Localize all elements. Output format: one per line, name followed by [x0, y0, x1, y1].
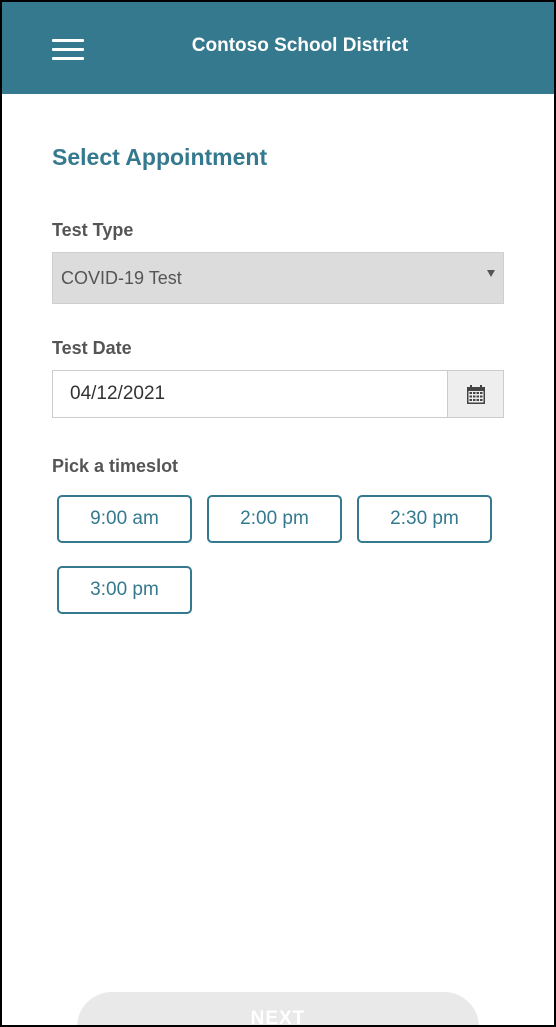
page-title: Select Appointment [52, 144, 268, 170]
timeslot-button[interactable]: 2:30 pm [357, 495, 492, 543]
timeslot-button[interactable]: 9:00 am [57, 495, 192, 543]
calendar-button[interactable] [447, 370, 504, 418]
timeslot-label: Pick a timeslot [52, 456, 179, 476]
test-date-label: Test Date [52, 338, 132, 358]
caret-down-icon [487, 270, 495, 277]
calendar-icon [467, 385, 485, 404]
timeslot-button[interactable]: 2:00 pm [207, 495, 342, 543]
app-title: Contoso School District [191, 35, 409, 56]
app-header: Contoso School District [2, 2, 554, 94]
timeslot-button[interactable]: 3:00 pm [57, 566, 192, 614]
next-button[interactable]: NEXT [77, 992, 479, 1025]
test-date-input[interactable] [52, 370, 448, 418]
test-type-selected-value: COVID-19 Test [61, 268, 182, 288]
test-type-select[interactable]: COVID-19 Test [52, 252, 504, 304]
test-type-label: Test Type [52, 220, 134, 240]
app-screen: Contoso School District Select Appointme… [0, 0, 556, 1027]
test-date-group [52, 370, 504, 418]
